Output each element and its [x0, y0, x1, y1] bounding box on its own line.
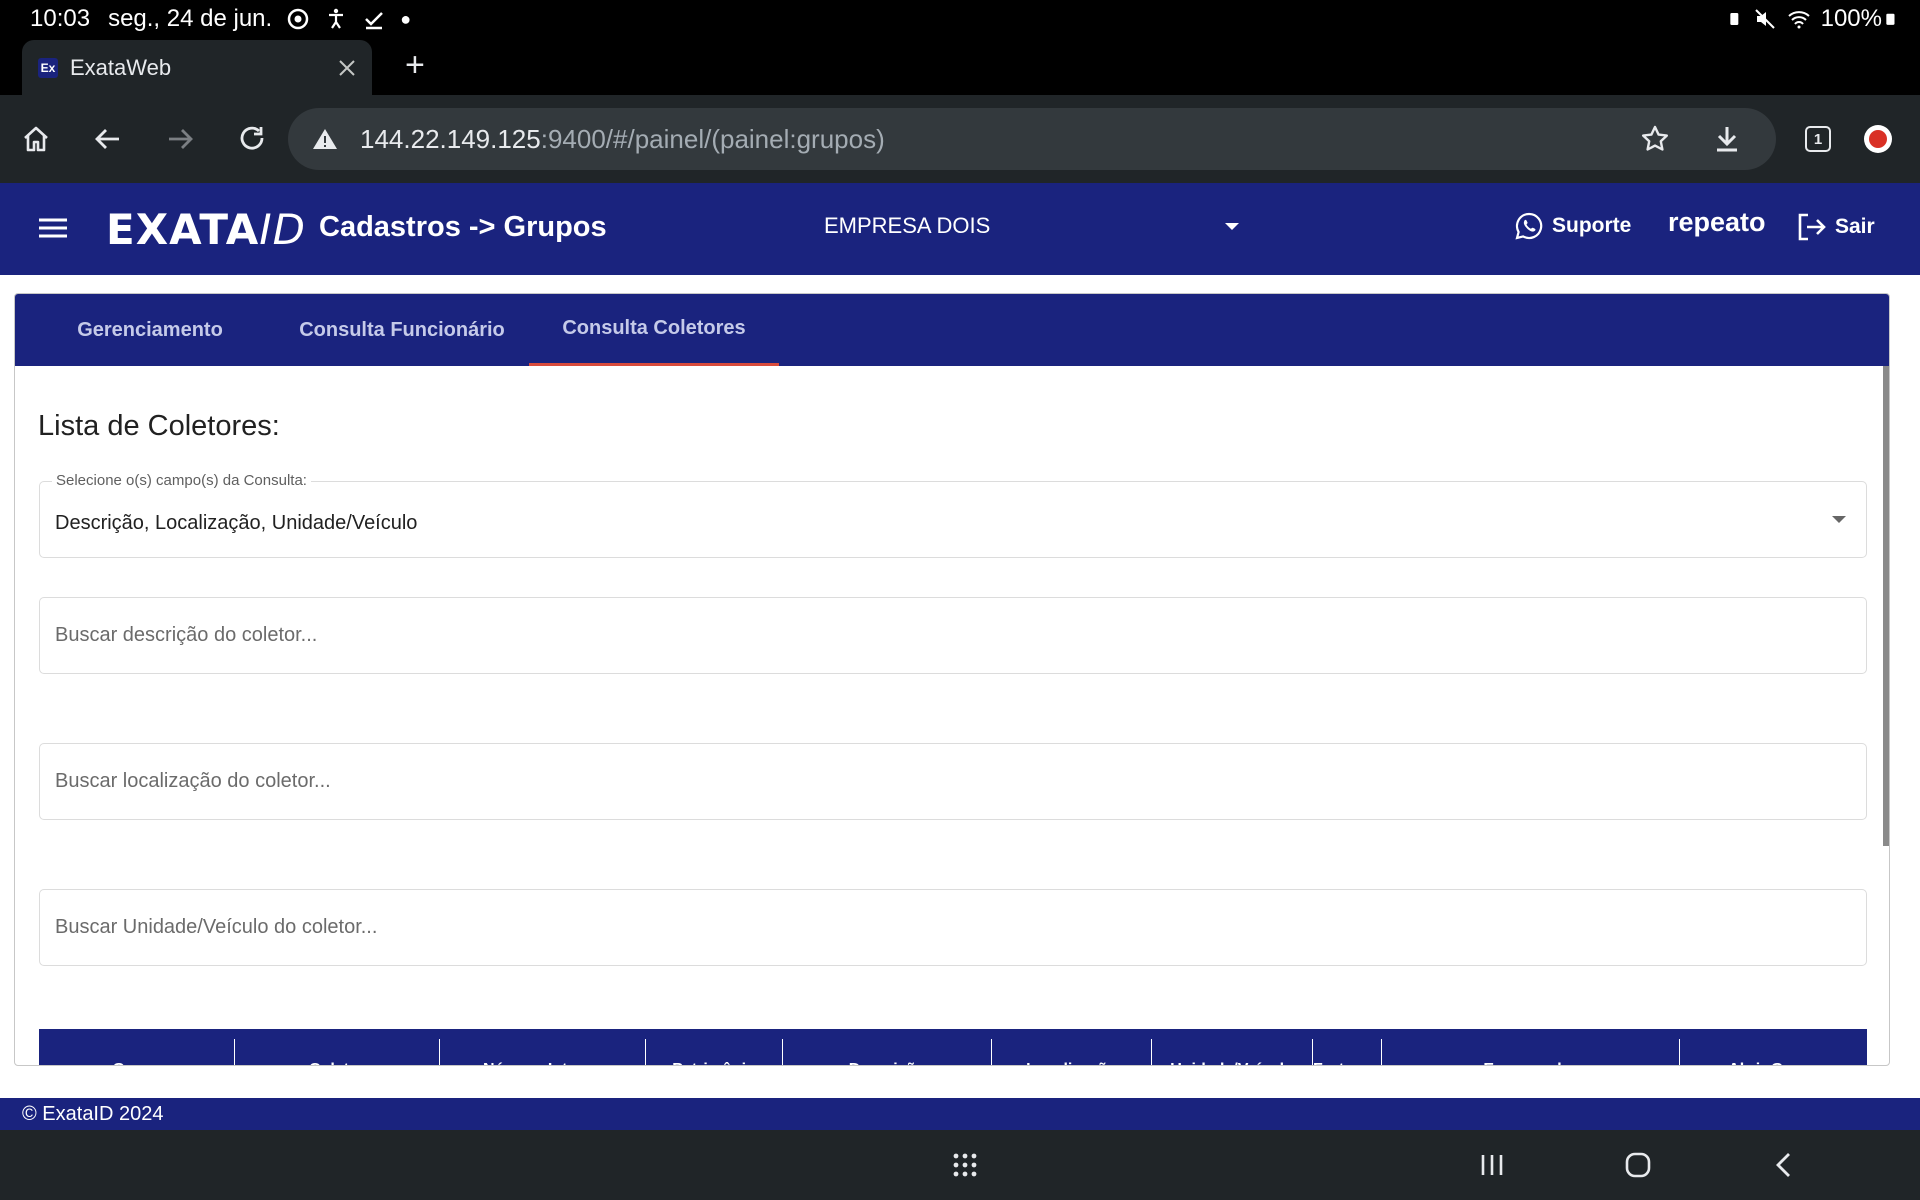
notification-dot-icon: ●	[400, 8, 412, 29]
recent-apps-icon[interactable]	[1472, 1145, 1512, 1185]
user-name: repeato	[1668, 207, 1766, 237]
support-button[interactable]: Suporte	[1514, 211, 1631, 241]
whatsapp-icon	[1515, 212, 1543, 240]
tabs-bar: Gerenciamento Consulta Funcionário Consu…	[15, 294, 1889, 366]
battery-icon	[1886, 13, 1895, 25]
search-localizacao-field	[39, 743, 1867, 820]
task-check-icon	[365, 12, 384, 30]
search-localizacao-input[interactable]	[40, 744, 1866, 819]
tab-title: ExataWeb	[70, 54, 172, 80]
app-drawer-icon[interactable]	[945, 1145, 985, 1185]
column-header-descricao[interactable]: Descrição	[783, 1039, 992, 1065]
app-header: EXATAID Cadastros -> Grupos EMPRESA DOIS…	[0, 183, 1920, 275]
content-card: Gerenciamento Consulta Funcionário Consu…	[14, 293, 1890, 1066]
logout-label: Sair	[1835, 215, 1875, 238]
tab-consulta-funcionario[interactable]: Consulta Funcionário	[261, 294, 543, 366]
tab-switcher-button[interactable]: 1	[1796, 117, 1840, 161]
location-icon	[287, 8, 309, 30]
favicon-icon: Ex	[38, 57, 58, 78]
column-header-abrir-grupo[interactable]: Abrir Grupo	[1680, 1039, 1867, 1065]
select-value: Descrição, Localização, Unidade/Veículo	[55, 512, 418, 534]
logout-button[interactable]: Sair	[1795, 211, 1875, 243]
list-title: Lista de Coletores:	[38, 410, 280, 442]
battery-percent: 100%	[1820, 5, 1882, 32]
search-descricao-input[interactable]	[40, 598, 1866, 673]
select-label: Selecione o(s) campo(s) da Consulta:	[52, 472, 311, 489]
scrollbar[interactable]	[1883, 366, 1889, 846]
tab-count: 1	[1805, 126, 1831, 152]
column-header-patrimonio[interactable]: Patrimônio	[646, 1039, 783, 1065]
column-header-empregador[interactable]: Empregador	[1382, 1039, 1680, 1065]
back-nav-icon[interactable]	[1764, 1145, 1804, 1185]
logout-icon	[1798, 213, 1826, 241]
footer: © ExataID 2024	[0, 1098, 1920, 1130]
back-arrow-icon[interactable]	[86, 117, 130, 161]
column-header-localizacao[interactable]: Localização	[992, 1039, 1152, 1065]
home-icon[interactable]	[14, 117, 58, 161]
system-nav-bar	[0, 1130, 1920, 1200]
warning-icon[interactable]	[312, 127, 338, 151]
status-time: 10:03	[30, 5, 91, 32]
browser-tab-strip: Ex ExataWeb +	[0, 38, 1920, 95]
url-path: :9400/#/painel/(painel:grupos)	[540, 123, 885, 154]
bookmark-star-icon[interactable]	[1633, 117, 1677, 161]
logo-suffix: ID	[259, 205, 306, 254]
download-icon[interactable]	[1705, 117, 1749, 161]
home-nav-icon[interactable]	[1618, 1145, 1658, 1185]
tab-consulta-coletores[interactable]: Consulta Coletores	[529, 294, 779, 366]
browser-toolbar: 144.22.149.125:9400/#/painel/(painel:gru…	[0, 95, 1920, 183]
column-header-frota[interactable]: Frota	[1313, 1039, 1382, 1065]
new-tab-button[interactable]: +	[405, 48, 425, 82]
tab-gerenciamento[interactable]: Gerenciamento	[39, 294, 261, 366]
logo: EXATAID	[106, 205, 306, 254]
status-date: seg., 24 de jun.	[108, 5, 273, 32]
search-unidade-input[interactable]	[40, 890, 1866, 965]
search-unidade-field	[39, 889, 1867, 966]
support-label: Suporte	[1552, 214, 1632, 237]
column-header-unidade-veiculo[interactable]: Unidade/Veículo	[1152, 1039, 1313, 1065]
column-header-numero-interno[interactable]: Número Interno	[440, 1039, 646, 1065]
logo-main: EXATA	[106, 205, 260, 254]
url-host: 144.22.149.125	[360, 123, 541, 154]
wifi-icon	[1787, 11, 1810, 29]
accessibility-icon	[329, 8, 344, 29]
status-bar: 10:03 seg., 24 de jun. ● 100%	[0, 0, 1920, 38]
chevron-down-icon[interactable]	[1832, 516, 1846, 523]
column-header-grupo[interactable]: Grupo	[39, 1039, 235, 1065]
profile-avatar-icon[interactable]	[1856, 117, 1900, 161]
chevron-down-icon[interactable]	[1225, 223, 1239, 230]
forward-arrow-icon[interactable]	[158, 117, 202, 161]
menu-icon[interactable]	[36, 211, 70, 245]
browser-tab[interactable]: Ex ExataWeb	[22, 40, 372, 95]
close-tab-icon[interactable]	[338, 59, 356, 77]
mute-icon	[1754, 9, 1775, 29]
query-fields-select[interactable]: Selecione o(s) campo(s) da Consulta: Des…	[39, 472, 1867, 558]
reload-icon[interactable]	[230, 117, 274, 161]
search-descricao-field	[39, 597, 1867, 674]
company-select[interactable]: EMPRESA DOIS	[824, 213, 990, 239]
column-header-coletor[interactable]: Coletor	[235, 1039, 440, 1065]
table-header: Grupo Coletor Número Interno Patrimônio …	[39, 1029, 1867, 1065]
battery-saver-icon	[1729, 13, 1738, 25]
address-bar[interactable]: 144.22.149.125:9400/#/painel/(painel:gru…	[288, 108, 1776, 170]
page-title: Cadastros -> Grupos	[319, 211, 607, 243]
